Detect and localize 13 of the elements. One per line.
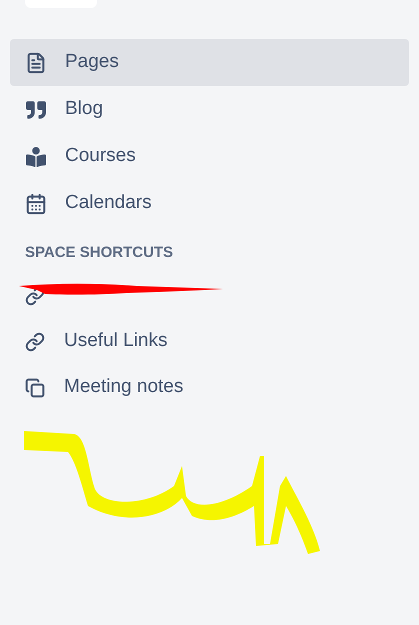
copy-icon bbox=[25, 378, 45, 398]
shortcut-link[interactable]: Useful Links bbox=[10, 318, 409, 364]
section-heading: SPACE SHORTCUTS bbox=[25, 243, 174, 263]
calendar-icon bbox=[25, 192, 47, 214]
sidebar-item[interactable]: Pages bbox=[10, 39, 409, 86]
sidebar-item[interactable]: Blog bbox=[10, 86, 409, 133]
link-icon bbox=[25, 332, 45, 352]
page-icon bbox=[25, 52, 47, 74]
quote-icon bbox=[25, 100, 47, 120]
sidebar-item[interactable]: Calendars bbox=[10, 180, 409, 227]
sidebar-item[interactable]: Courses bbox=[10, 133, 409, 180]
book-reader-icon bbox=[25, 146, 47, 166]
shortcut-link[interactable]: Meeting notes bbox=[10, 364, 409, 410]
